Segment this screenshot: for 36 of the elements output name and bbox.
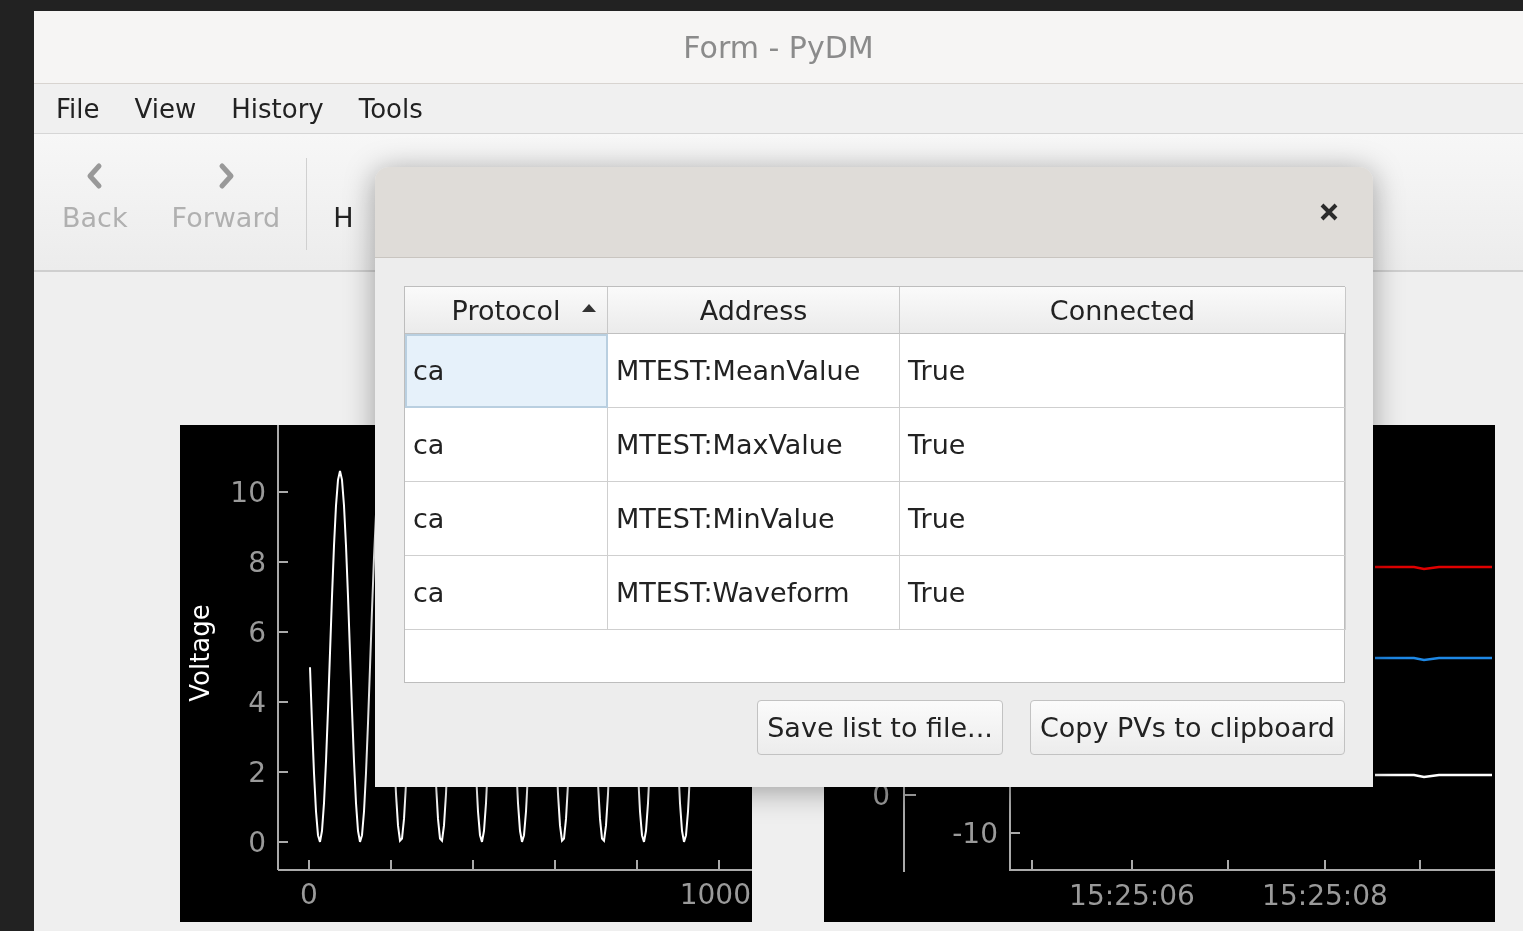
save-button[interactable]: Save list to file...: [757, 700, 1003, 755]
table-cell[interactable]: MTEST:Waveform: [608, 556, 900, 630]
tick-label: -10: [952, 817, 998, 850]
table-cell[interactable]: True: [900, 334, 1346, 408]
tick-label: 0: [300, 878, 318, 911]
copy-button[interactable]: Copy PVs to clipboard: [1029, 700, 1345, 755]
table-cell[interactable]: ca: [405, 334, 608, 408]
column-header[interactable]: Protocol: [405, 287, 608, 334]
close-icon: [1319, 202, 1339, 222]
tick-label: 2: [248, 756, 266, 789]
table-cell[interactable]: ca: [405, 482, 608, 556]
window-title: Form - PyDM: [683, 29, 874, 65]
table-cell[interactable]: True: [900, 482, 1346, 556]
tick-label: 1000: [679, 878, 751, 911]
table-cell[interactable]: MTEST:MinValue: [608, 482, 900, 556]
tick-label: 6: [248, 616, 266, 649]
table-cell[interactable]: True: [900, 556, 1346, 630]
menu-item[interactable]: View: [134, 93, 197, 124]
menu-item[interactable]: Tools: [358, 93, 423, 124]
tick-label: 8: [248, 546, 266, 579]
table-cell[interactable]: ca: [405, 556, 608, 630]
column-header[interactable]: Address: [608, 287, 900, 334]
tick-label: 0: [248, 826, 266, 859]
table-cell[interactable]: MTEST:MaxValue: [608, 408, 900, 482]
column-header[interactable]: Connected: [900, 287, 1346, 334]
tick-label: 15:25:08: [1262, 879, 1388, 912]
table-cell[interactable]: ca: [405, 408, 608, 482]
tick-label: 15:25:06: [1069, 879, 1195, 912]
axis-label: Voltage: [185, 604, 215, 702]
tick-label: 10: [230, 476, 266, 509]
menu-item[interactable]: History: [231, 93, 324, 124]
toolbar-button[interactable]: H: [327, 162, 360, 233]
table-cell[interactable]: True: [900, 408, 1346, 482]
menu-item[interactable]: File: [56, 93, 100, 124]
table-cell[interactable]: MTEST:MeanValue: [608, 334, 900, 408]
tick-label: 4: [248, 686, 266, 719]
